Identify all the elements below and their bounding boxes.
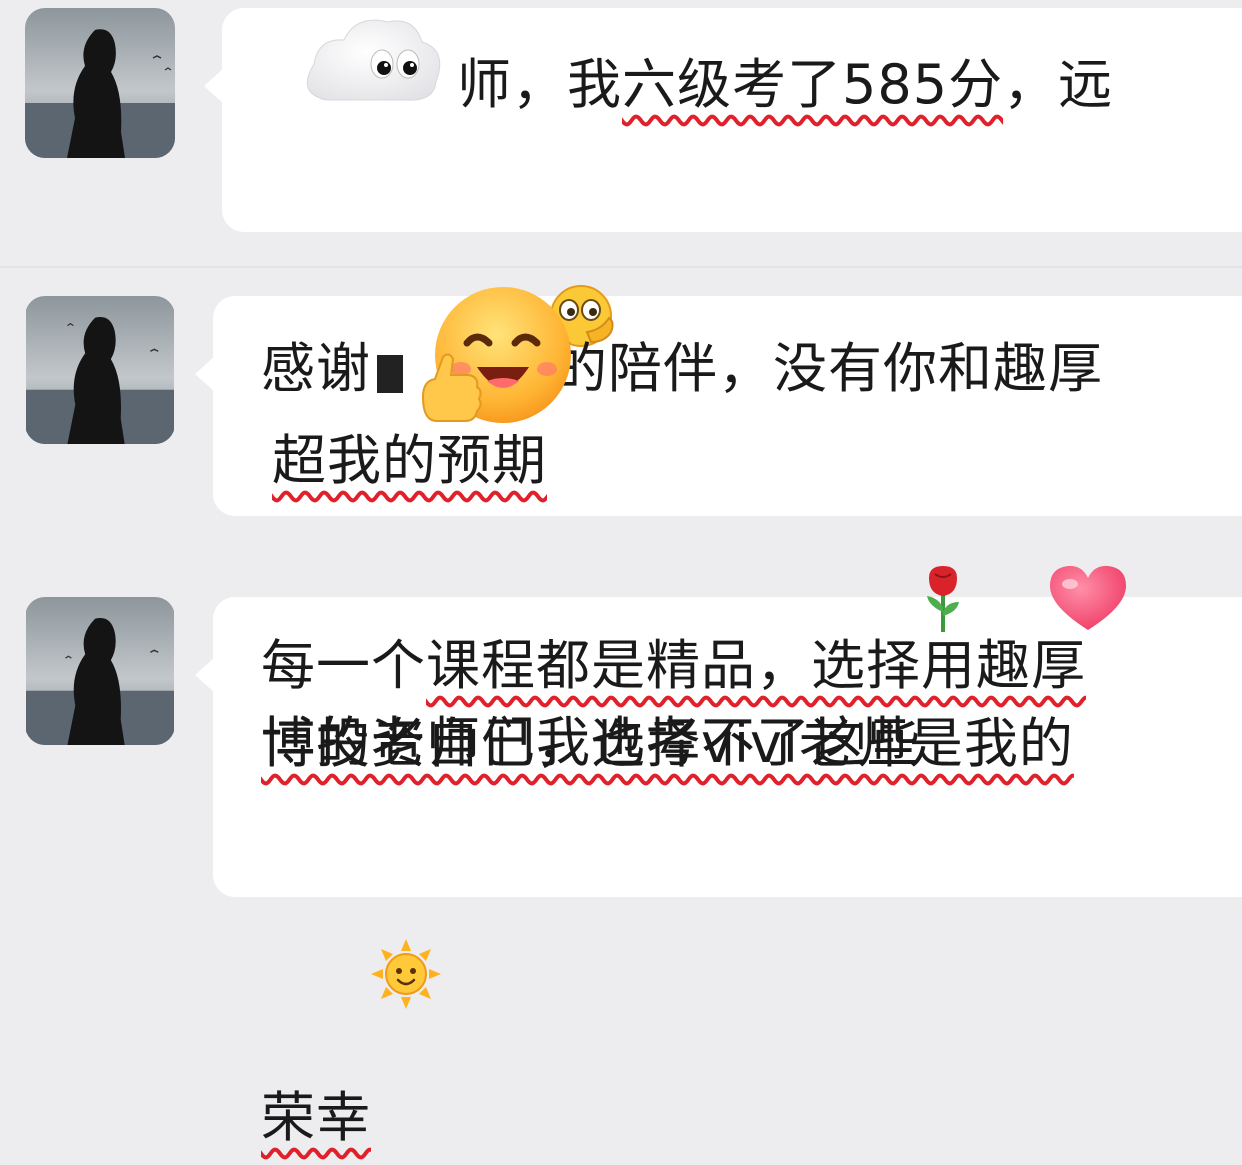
message-fragment: 师，我 xyxy=(457,53,622,116)
avatar[interactable] xyxy=(25,296,175,444)
avatar[interactable] xyxy=(25,597,175,745)
message-fragment: 每一个 xyxy=(261,634,426,697)
laughing-thumbs-up-sticker xyxy=(415,285,575,439)
sun-emoji xyxy=(371,783,480,1165)
redaction-mark xyxy=(377,355,403,393)
underlined-text: 课程都是精品，选择用趣厚 xyxy=(426,634,1086,697)
underlined-text: 博投资自己，选择vivi老师是我的 xyxy=(261,712,1074,775)
avatar[interactable] xyxy=(25,8,175,158)
message-bubble[interactable]: 每一个课程都是精品，选择用趣厚 博投资自己，选择vivi老师是我的 荣幸 xyxy=(195,597,1242,1149)
message-fragment: 感谢 xyxy=(261,337,371,400)
cloud-eyes-sticker xyxy=(300,10,450,124)
message-fragment: ，远 xyxy=(1003,53,1114,116)
message-text: 每一个课程都是精品，选择用趣厚 博投资自己，选择vivi老师是我的 荣幸 xyxy=(261,627,1242,1165)
underlined-text: 六级考了585分 xyxy=(622,53,1004,116)
underlined-text: 荣幸 xyxy=(261,1086,371,1149)
message-fragment: 的陪伴，没有你和趣厚 xyxy=(553,337,1103,400)
